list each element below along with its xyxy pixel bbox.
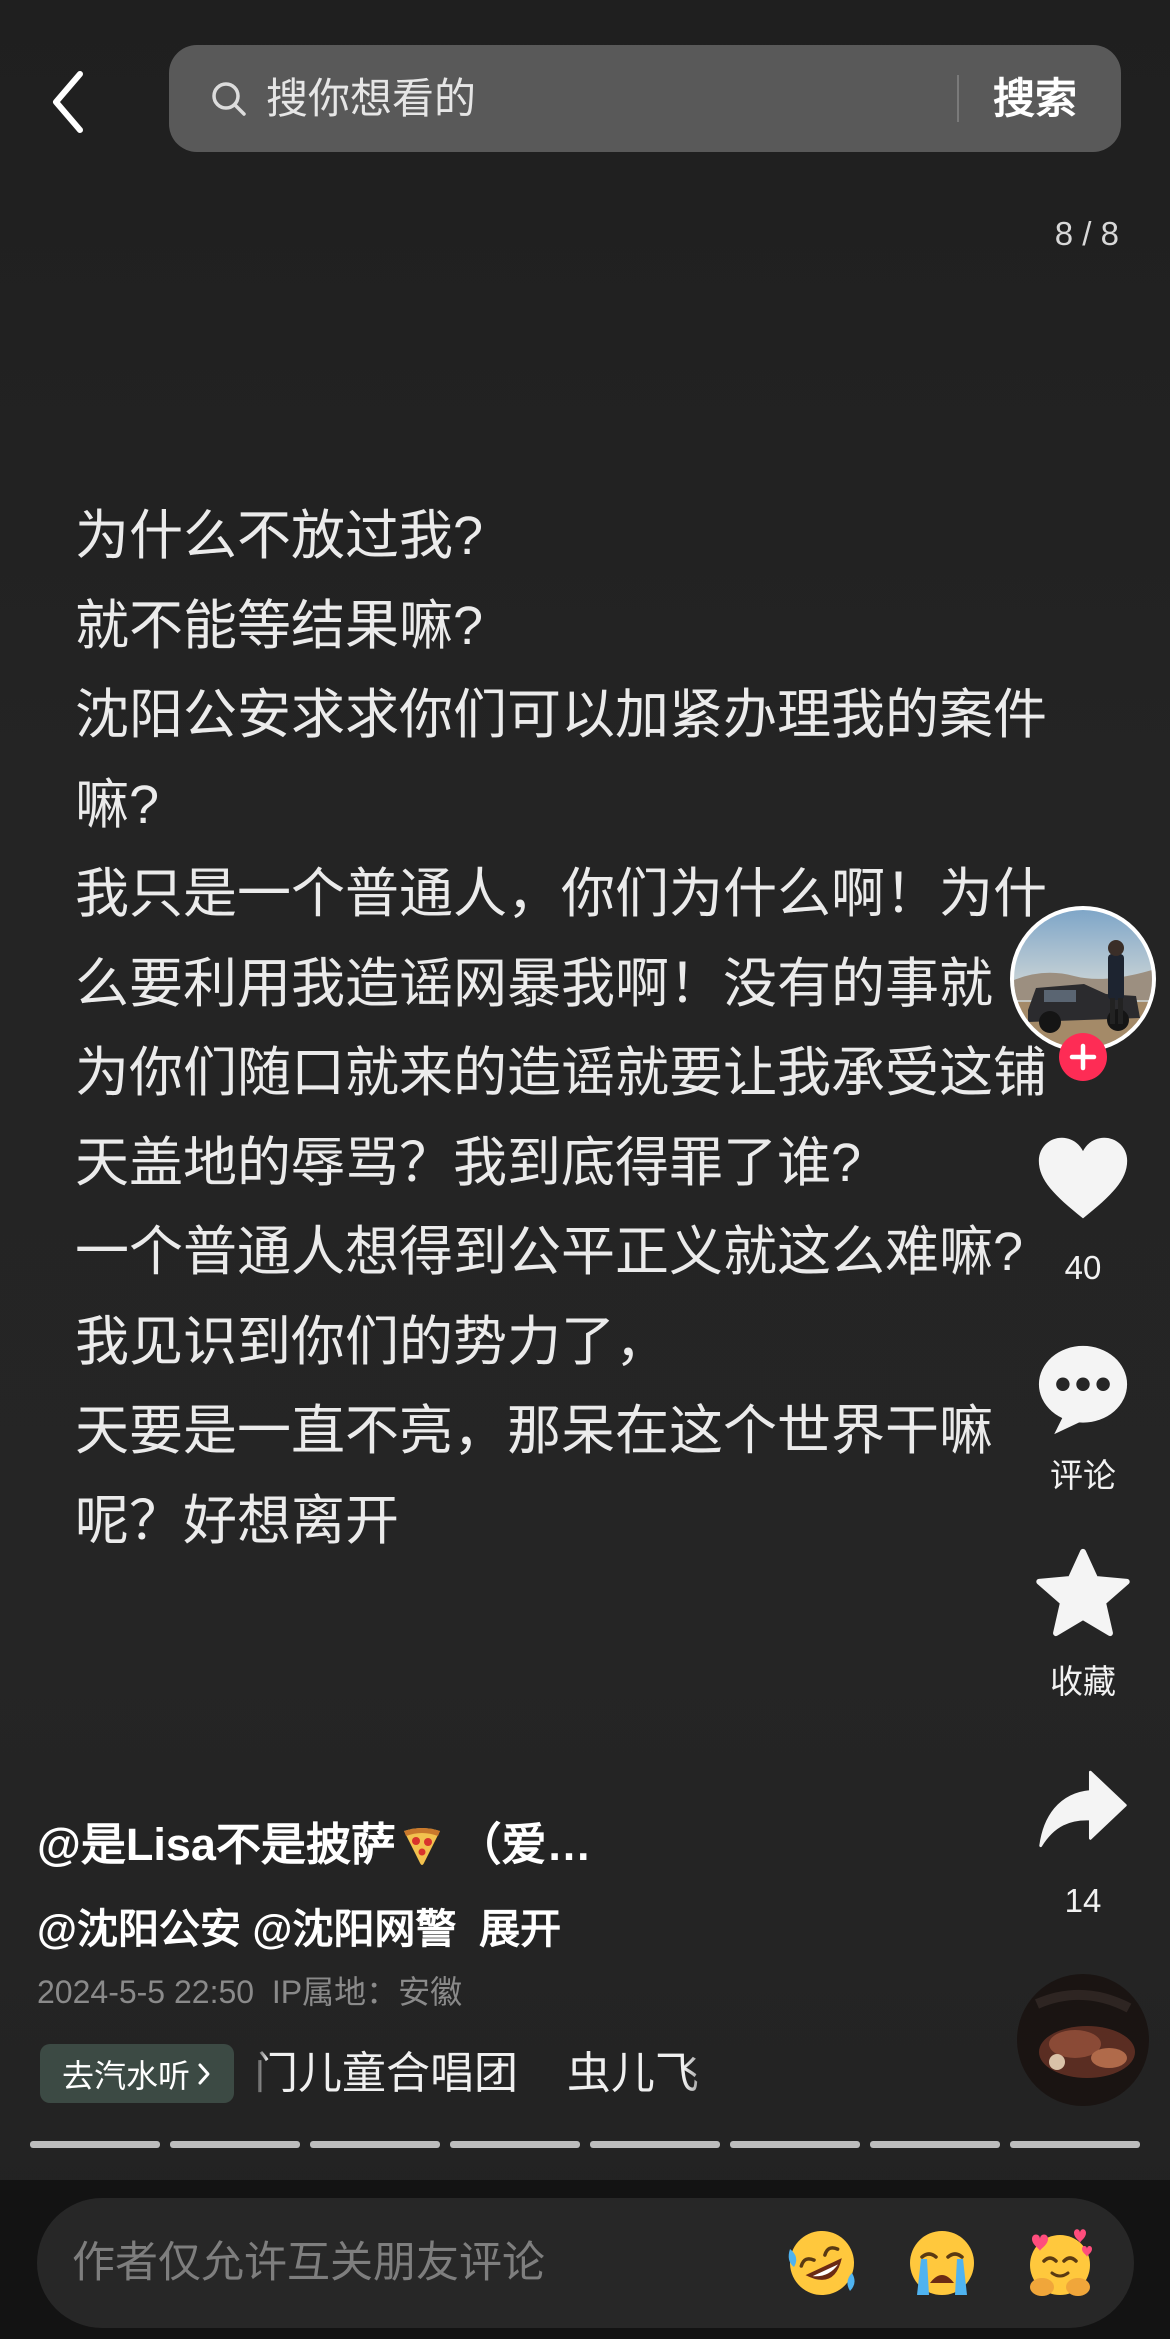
author-name-suffix: （爱… xyxy=(443,1819,592,1870)
like-button[interactable] xyxy=(1013,1135,1153,1223)
expand-button[interactable]: 展开 xyxy=(479,1906,561,1952)
share-count: 14 xyxy=(1064,1882,1102,1919)
like-count: 40 xyxy=(1064,1249,1102,1286)
star-icon xyxy=(1036,1548,1130,1637)
plus-icon[interactable] xyxy=(1058,1032,1108,1082)
favorite-label: 收藏 xyxy=(1050,1663,1116,1700)
author-name[interactable]: @是Lisa不是披萨 （爱… xyxy=(37,1815,591,1875)
search-divider xyxy=(957,75,959,122)
search-icon xyxy=(212,82,246,116)
search-input[interactable]: 搜你想看的 xyxy=(266,45,476,152)
post-line: 为什么不放过我? xyxy=(75,506,484,566)
music-disc[interactable] xyxy=(1017,1974,1149,2106)
author-avatar[interactable] xyxy=(1010,906,1156,1052)
music-disc-avatar xyxy=(1017,1974,1149,2106)
progress-segment xyxy=(450,2141,580,2148)
favorite-button[interactable] xyxy=(1013,1546,1153,1642)
progress-segment xyxy=(1010,2141,1140,2148)
progress-segment xyxy=(30,2141,160,2148)
mention-links[interactable]: @沈阳公安 @沈阳网警 xyxy=(37,1906,456,1952)
crying-emoji[interactable] xyxy=(906,2227,978,2299)
search-bar[interactable]: 搜你想看的 搜索 xyxy=(169,45,1121,152)
progress-segment xyxy=(170,2141,300,2148)
music-title: 门儿童合唱团 虫儿飞 xyxy=(254,2049,699,2098)
ip-location: IP属地：安徽 xyxy=(271,1974,463,2010)
progress-segment xyxy=(310,2141,440,2148)
image-progress-bar xyxy=(30,2141,1140,2148)
chevron-right-icon xyxy=(198,2063,210,2084)
post-line: 呢？好想离开 xyxy=(75,1490,399,1551)
open-music-app-button[interactable]: 去汽水听 xyxy=(40,2044,234,2103)
comment-label: 评论 xyxy=(1050,1457,1116,1494)
post-line: 天盖地的辱骂？我到底得罪了谁? xyxy=(75,1132,862,1193)
post-date: 2024-5-5 22:50 xyxy=(37,1974,255,2010)
author-name-text: @是Lisa不是披萨 xyxy=(37,1819,396,1870)
comment-icon xyxy=(1038,1345,1128,1435)
share-icon xyxy=(1039,1770,1127,1848)
back-arrow-icon xyxy=(53,71,83,133)
post-line: 嘛? xyxy=(75,774,160,835)
progress-segment xyxy=(590,2141,720,2148)
post-line: 就不能等结果嘛? xyxy=(75,595,484,656)
hugging-hearts-emoji[interactable] xyxy=(1024,2227,1096,2299)
pizza-icon xyxy=(403,1828,440,1865)
post-meta: 2024-5-5 22:50 IP属地：安徽 xyxy=(37,1972,462,2012)
avatar-image xyxy=(1014,910,1152,1048)
progress-segment xyxy=(870,2141,1000,2148)
music-title-marquee[interactable]: 门儿童合唱团 虫儿飞 xyxy=(254,2044,724,2103)
page-indicator: 8 / 8 xyxy=(1054,215,1119,252)
post-viewer-screen: 搜你想看的 搜索 8 / 8 为什么不放过我? 就不能等结果嘛? 沈阳公安求求你… xyxy=(0,0,1170,2339)
heart-icon xyxy=(1038,1137,1128,1219)
rolling-laughing-emoji[interactable] xyxy=(786,2227,858,2299)
post-line: 我只是一个普通人，你们为什么啊！为什 xyxy=(75,864,1047,924)
post-line: 一个普通人想得到公平正义就这么难嘛? xyxy=(75,1222,1024,1282)
post-line: 么要利用我造谣网暴我啊！没有的事就 xyxy=(75,953,993,1014)
music-app-label: 去汽水听 xyxy=(61,2057,190,2094)
post-line: 为你们随口就来的造谣就要让我承受这铺 xyxy=(75,1043,1047,1103)
share-button[interactable] xyxy=(1013,1766,1153,1850)
progress-segment xyxy=(730,2141,860,2148)
comment-placeholder: 作者仅允许互关朋友评论 xyxy=(72,2239,545,2287)
caption-mentions: @沈阳公安 @沈阳网警 展开 xyxy=(37,1902,561,1956)
post-line: 天要是一直不亮，那呆在这个世界干嘛 xyxy=(75,1401,993,1461)
comment-input[interactable]: 作者仅允许互关朋友评论 xyxy=(37,2198,1134,2328)
search-button[interactable]: 搜索 xyxy=(993,45,1077,152)
comment-button[interactable] xyxy=(1013,1344,1153,1436)
post-text: 为什么不放过我? 就不能等结果嘛? 沈阳公安求求你们可以加紧办理我的案件 嘛? … xyxy=(75,492,1115,1566)
back-button[interactable] xyxy=(46,66,90,138)
post-line: 沈阳公安求求你们可以加紧办理我的案件 xyxy=(75,685,1047,745)
post-line: 我见识到你们的势力了， xyxy=(75,1311,669,1372)
